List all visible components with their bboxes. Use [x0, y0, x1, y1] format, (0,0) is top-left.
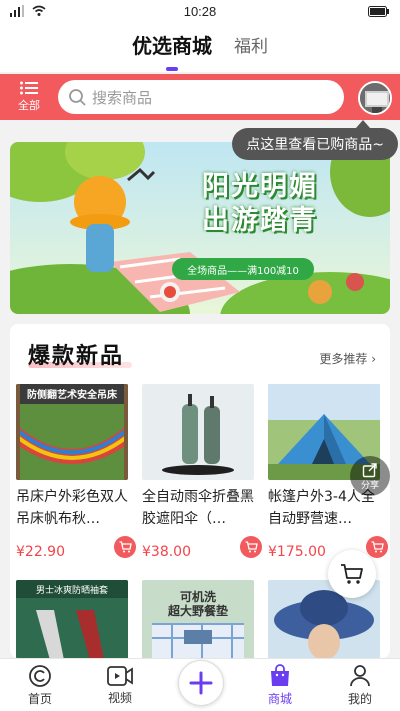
cart-icon	[341, 564, 363, 584]
product-price: ¥38.00	[142, 544, 191, 560]
product-card-picnic-mat[interactable]: 可机洗 超大野餐垫	[142, 580, 254, 658]
banner-title: 阳光明媚 出游踏青	[160, 170, 360, 238]
clock: 10:28	[183, 3, 217, 19]
add-to-cart-button[interactable]	[366, 536, 388, 558]
banner-title-line1: 阳光明媚	[202, 171, 318, 202]
add-to-cart-button[interactable]	[114, 536, 136, 558]
search-icon	[69, 89, 86, 106]
nav-mine[interactable]: 我的	[320, 659, 400, 711]
purchased-items-avatar[interactable]	[358, 81, 392, 115]
user-icon	[350, 664, 370, 686]
product-card-hammock[interactable]: 防侧翻艺术安全吊床 吊床户外彩色双人吊床帆布秋… ¥22.90	[16, 384, 136, 560]
add-to-cart-button[interactable]	[240, 536, 262, 558]
promo-banner[interactable]: 阳光明媚 出游踏青 全场商品——满100减10	[10, 142, 390, 314]
avatar-image	[360, 83, 390, 113]
tab-welfare[interactable]: 福利	[234, 32, 268, 63]
nav-home[interactable]: 首页	[0, 659, 80, 711]
product-price: ¥22.90	[16, 544, 65, 560]
search-bar: 全部 搜索商品	[0, 74, 400, 120]
status-bar: 10:28	[0, 0, 400, 22]
product-card-sleeve[interactable]: 男士冰爽防晒袖套	[16, 580, 128, 658]
top-tabs: 优选商城 福利	[0, 22, 400, 72]
more-label: 更多推荐	[319, 352, 368, 366]
all-categories-label: 全部	[18, 99, 40, 112]
product-name: 吊床户外彩色双人吊床帆布秋…	[16, 489, 128, 527]
chevron-right-icon: ›	[371, 352, 376, 366]
nav-video-label: 视频	[107, 690, 132, 705]
search-placeholder: 搜索商品	[92, 88, 153, 107]
product-image-caption: 男士冰爽防晒袖套	[35, 586, 108, 596]
cart-icon	[119, 541, 132, 553]
product-image: 防侧翻艺术安全吊床	[16, 384, 128, 480]
caption-line2: 超大野餐垫	[167, 604, 228, 618]
more-recommend-link[interactable]: 更多推荐 ›	[319, 350, 376, 367]
plus-icon	[189, 671, 213, 695]
banner-title-line2: 出游踏青	[202, 205, 318, 236]
section-title: 爆款新品	[28, 344, 125, 369]
all-categories-button[interactable]: 全部	[0, 81, 58, 113]
floating-cart-button[interactable]	[328, 550, 376, 598]
tab-selected-mall[interactable]: 优选商城	[132, 30, 212, 65]
nav-home-label: 首页	[27, 691, 52, 706]
cart-icon	[245, 541, 258, 553]
home-icon	[29, 664, 51, 687]
product-card-umbrella[interactable]: 全自动雨伞折叠黑胶遮阳伞（… ¥38.00	[142, 384, 262, 560]
share-icon	[362, 462, 377, 477]
nav-mall-label: 商城	[267, 691, 292, 706]
banner-subtitle: 全场商品——满100减10	[172, 258, 314, 280]
video-icon	[107, 665, 133, 686]
shop-bag-icon	[271, 663, 289, 686]
caption-line1: 可机洗	[179, 590, 216, 604]
cart-icon	[371, 541, 384, 553]
search-input[interactable]: 搜索商品	[58, 80, 344, 114]
product-image: 男士冰爽防晒袖套	[16, 580, 128, 658]
battery-icon	[368, 5, 389, 17]
product-image	[142, 384, 254, 480]
wifi-icon	[32, 5, 46, 16]
share-label: 分享	[360, 480, 379, 491]
product-image-caption: 防侧翻艺术安全吊床	[27, 390, 117, 401]
create-button[interactable]	[178, 660, 224, 706]
menu-list-icon	[20, 81, 38, 95]
signal-icon	[10, 5, 24, 17]
nav-mall[interactable]: 商城	[240, 659, 320, 711]
purchased-tooltip[interactable]: 点这里查看已购商品~	[232, 120, 398, 160]
nav-mine-label: 我的	[347, 691, 372, 706]
product-image-caption: 可机洗 超大野餐垫	[142, 590, 254, 618]
share-button[interactable]: 分享	[350, 456, 390, 496]
product-name: 全自动雨伞折叠黑胶遮阳伞（…	[142, 489, 254, 527]
hot-products-section: 爆款新品 更多推荐 › 防侧翻艺术安全吊床 吊床户外彩色双人吊床帆布秋… ¥22…	[10, 324, 390, 658]
product-image: 可机洗 超大野餐垫	[142, 580, 254, 658]
nav-video[interactable]: 视频	[80, 659, 160, 711]
